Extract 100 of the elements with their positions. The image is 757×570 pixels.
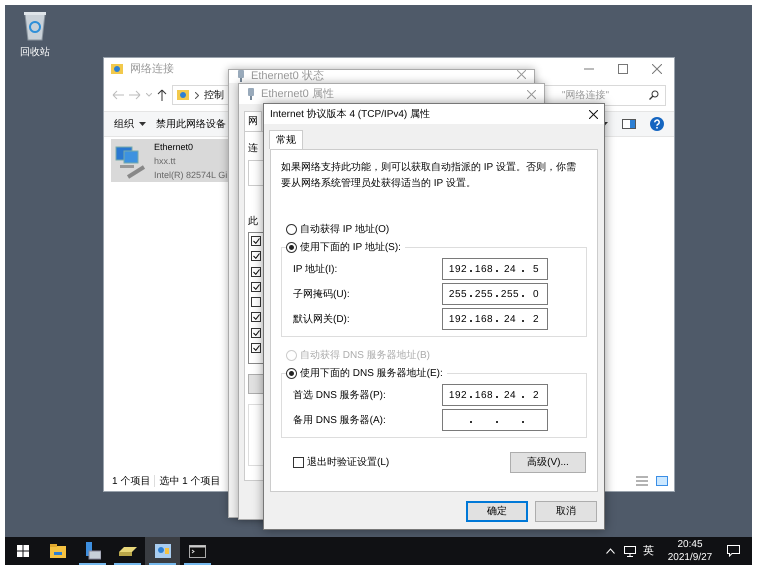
ip-address-field[interactable] [442, 409, 548, 431]
octet: 24 [504, 312, 516, 326]
network-folder-icon [110, 62, 124, 76]
recycle-bin-icon[interactable] [22, 9, 48, 41]
window-title: Ethernet0 属性 [261, 86, 334, 102]
input-language[interactable]: 英 [643, 542, 654, 560]
radio-button[interactable] [286, 242, 297, 253]
item-count: 1 个项目 [112, 474, 150, 488]
octet: 24 [504, 262, 516, 276]
radio-button[interactable] [286, 224, 297, 235]
ip-address-field[interactable]: 255 255 255 0 [442, 283, 548, 305]
octet-separator [496, 295, 498, 297]
octet-separator [470, 270, 472, 272]
large-icons-view-icon[interactable] [656, 476, 668, 486]
tab[interactable]: 网 [244, 111, 262, 131]
breadcrumb-item[interactable]: 控制 [204, 88, 224, 102]
octet-separator [522, 320, 524, 322]
checkbox[interactable] [293, 457, 304, 468]
clock[interactable]: 20:45 2021/9/27 [665, 538, 715, 564]
octet-separator [470, 295, 472, 297]
radio-label[interactable]: 自动获得 IP 地址(O) [300, 222, 390, 237]
checkmark-icon [252, 345, 260, 352]
search-icon [649, 90, 659, 100]
preview-pane-icon[interactable] [622, 119, 636, 129]
checkbox[interactable] [251, 343, 261, 354]
adapter-name: Ethernet0 [154, 140, 194, 154]
octet: 255 [448, 288, 468, 302]
taskbar-app-button[interactable] [145, 537, 180, 565]
checkmark-icon [252, 253, 260, 260]
checkmark-icon [252, 284, 260, 290]
checkmark-icon [252, 268, 260, 275]
close-icon[interactable] [517, 70, 526, 79]
octet: 5 [532, 262, 540, 276]
network-plug-icon [237, 70, 245, 82]
octet: 168 [474, 388, 494, 402]
components-label: 此 [248, 214, 258, 229]
terminal-icon [189, 544, 206, 558]
advanced-button[interactable]: 高级(V)... [510, 452, 586, 473]
field-label: IP 地址(I): [293, 262, 338, 276]
octet-separator [522, 396, 524, 398]
octet-separator [496, 396, 498, 398]
clock-date: 2021/9/27 [668, 551, 712, 564]
network-monitor-icon[interactable] [624, 546, 636, 556]
field-label: 默认网关(D): [293, 312, 351, 326]
close-icon [652, 64, 662, 74]
toolbar-button[interactable]: 禁用此网络设备 [156, 116, 226, 132]
octet: 2 [532, 312, 540, 326]
field-label: 首选 DNS 服务器(P): [293, 388, 387, 402]
checkbox[interactable] [251, 282, 261, 292]
checkbox[interactable] [251, 328, 261, 338]
octet: 168 [474, 262, 494, 276]
radio-label[interactable]: 使用下面的 IP 地址(S): [300, 240, 401, 255]
checkmark-icon [252, 330, 260, 336]
octet-separator [522, 421, 524, 423]
folder-icon [50, 544, 66, 558]
octet: 192 [448, 388, 468, 402]
octet: 24 [504, 388, 516, 402]
chevron-up-icon[interactable] [606, 548, 615, 554]
checkmark-icon [252, 238, 260, 244]
ip-address-field[interactable]: 192 168 24 2 [442, 308, 548, 330]
checkbox[interactable] [251, 236, 261, 246]
notification-icon[interactable] [727, 545, 740, 557]
checkbox[interactable] [251, 251, 261, 262]
adapter-device: Intel(R) 82574L Gi [154, 168, 228, 182]
ip-address-field[interactable]: 192 168 24 2 [442, 384, 548, 406]
caret-icon [139, 122, 146, 126]
octet-separator [470, 396, 472, 398]
radio-label[interactable]: 使用下面的 DNS 服务器地址(E): [300, 366, 443, 381]
search-placeholder: "网络连接" [562, 88, 609, 102]
octet-separator [496, 270, 498, 272]
checkbox[interactable] [251, 266, 261, 277]
server-icon [84, 542, 100, 560]
octet: 255 [474, 288, 494, 302]
network-window-icon [154, 544, 170, 558]
drive-icon [118, 546, 136, 556]
connection-label: 连 [248, 142, 258, 156]
octet: 255 [500, 288, 520, 302]
organize-menu[interactable]: 组织 [114, 116, 146, 132]
octet: 168 [474, 312, 494, 326]
checkmark-icon [252, 314, 260, 320]
up-arrow-icon[interactable] [157, 89, 167, 101]
dialog-button[interactable]: 取消 [535, 501, 597, 522]
dialog-button[interactable]: 确定 [466, 501, 528, 522]
tab[interactable]: 常规 [269, 130, 303, 149]
checkbox-label[interactable]: 退出时验证设置(L) [307, 455, 390, 470]
window-title: 网络连接 [130, 62, 174, 77]
octet: 2 [532, 388, 540, 402]
details-view-icon[interactable] [636, 476, 648, 486]
field-label: 子网掩码(U): [293, 288, 351, 302]
selection-count: 选中 1 个项目 [159, 474, 220, 488]
checkbox[interactable] [251, 297, 261, 308]
ip-address-field[interactable]: 192 168 24 5 [442, 258, 548, 280]
radio-button[interactable] [286, 368, 297, 379]
close-button[interactable] [589, 110, 598, 118]
checkbox[interactable] [251, 312, 261, 322]
help-icon[interactable] [650, 117, 664, 131]
octet: 192 [448, 312, 468, 326]
close-icon[interactable] [527, 90, 536, 98]
desktop-icon-label[interactable]: 回收站 [20, 45, 50, 60]
close-icon [589, 110, 598, 118]
